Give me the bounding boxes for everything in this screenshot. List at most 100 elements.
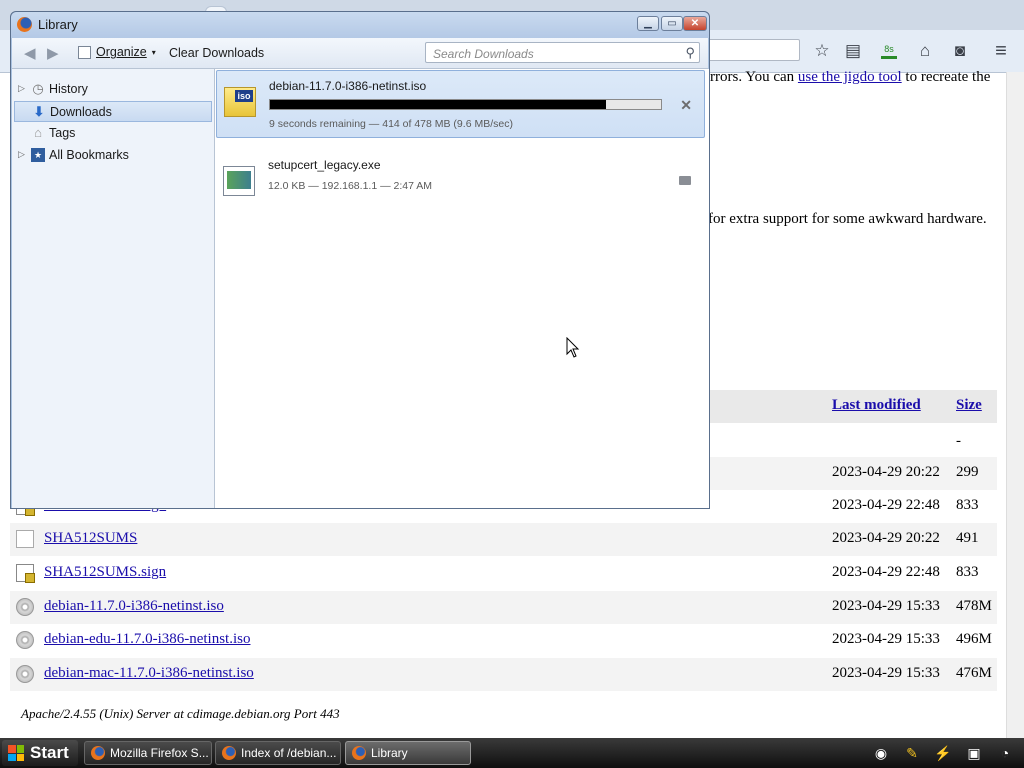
clear-downloads-button[interactable]: Clear Downloads xyxy=(169,46,264,60)
downloads-icon xyxy=(881,55,897,59)
page-text-line1: rrors. You can use the jigdo tool to rec… xyxy=(710,69,990,86)
sidebar-label: Downloads xyxy=(50,105,112,119)
downloads-button[interactable]: 8s xyxy=(876,38,902,64)
menu-icon[interactable]: ≡ xyxy=(988,38,1014,64)
sidebar-item-all-bookmarks[interactable]: ▷ ★ All Bookmarks xyxy=(14,145,212,166)
organize-icon xyxy=(78,45,91,59)
start-label: Start xyxy=(30,743,69,762)
windows-flag-icon xyxy=(8,745,24,761)
sidebar-item-history[interactable]: ▷ ◷ History xyxy=(14,79,212,100)
table-row: SHA512SUMS.sign 2023-04-29 22:48 833 xyxy=(10,557,997,590)
taskbar: Start Mozilla Firefox S... Index of /deb… xyxy=(0,738,1024,768)
downloads-list: iso debian-11.7.0-i386-netinst.iso 9 sec… xyxy=(215,69,709,508)
download-status: 9 seconds remaining — 414 of 478 MB (9.6… xyxy=(269,118,513,130)
size-cell: 478M xyxy=(956,598,992,614)
clock-icon[interactable]: ◔ xyxy=(996,744,1014,762)
library-toolbar: ◀ ▶ Organize ▾ Clear Downloads ⚲ xyxy=(12,38,708,69)
size-cell: 476M xyxy=(956,665,992,681)
file-link[interactable]: SHA512SUMS xyxy=(44,530,137,547)
taskbar-label: Library xyxy=(371,746,408,760)
exe-file-icon xyxy=(223,166,255,196)
back-arrow-icon[interactable]: ◀ xyxy=(24,44,36,62)
file-link[interactable]: SHA512SUMS.sign xyxy=(44,564,166,581)
start-button[interactable]: Start xyxy=(2,740,78,766)
last-modified-cell: 2023-04-29 22:48 xyxy=(832,564,940,580)
download-filename: setupcert_legacy.exe xyxy=(268,158,381,172)
last-modified-cell: 2023-04-29 20:22 xyxy=(832,464,940,480)
iso-file-icon: iso xyxy=(224,87,256,117)
home-icon[interactable]: ⌂ xyxy=(912,38,938,64)
text-line1-end: to recreate the xyxy=(905,69,991,85)
last-modified-cell: 2023-04-29 22:48 xyxy=(832,497,940,513)
forward-arrow-icon[interactable]: ▶ xyxy=(47,44,59,62)
minimize-button[interactable]: ▁ xyxy=(637,16,659,31)
organize-menu[interactable]: Organize ▾ xyxy=(78,45,156,59)
download-filename: debian-11.7.0-i386-netinst.iso xyxy=(269,79,427,93)
disc-icon xyxy=(16,665,34,683)
last-modified-cell: 2023-04-29 15:33 xyxy=(832,631,940,647)
size-cell: 491 xyxy=(956,530,979,546)
sidebar-item-downloads[interactable]: ⬇ Downloads xyxy=(14,101,212,122)
progress-fill xyxy=(270,100,607,109)
star-icon[interactable]: ☆ xyxy=(809,38,835,64)
download-status: 12.0 KB — 192.168.1.1 — 2:47 AM xyxy=(268,180,433,192)
sort-size-link[interactable]: Size xyxy=(956,397,982,414)
power-icon[interactable]: ⚡ xyxy=(934,744,952,762)
page-scrollbar[interactable] xyxy=(1006,72,1024,738)
sort-last-modified-link[interactable]: Last modified xyxy=(832,397,921,414)
jigdo-link[interactable]: use the jigdo tool xyxy=(798,69,902,85)
taskbar-item-index[interactable]: Index of /debian... xyxy=(215,741,341,765)
table-row: debian-edu-11.7.0-i386-netinst.iso 2023-0… xyxy=(10,624,997,657)
taskbar-item-library[interactable]: Library xyxy=(345,741,471,765)
sidebar-item-tags[interactable]: ⌂ Tags xyxy=(14,123,212,144)
history-icon: ◷ xyxy=(32,81,44,96)
file-link[interactable]: debian-11.7.0-i386-netinst.iso xyxy=(44,598,224,615)
search-icon[interactable]: ⚲ xyxy=(685,45,695,61)
cancel-download-icon[interactable]: ✕ xyxy=(680,97,692,114)
last-modified-cell: 2023-04-29 20:22 xyxy=(832,530,940,546)
library-sidebar: ▷ ◷ History ⬇ Downloads ⌂ Tags ▷ ★ All B… xyxy=(12,69,215,508)
server-footer: Apache/2.4.55 (Unix) Server at cdimage.d… xyxy=(21,706,340,721)
window-title: Library xyxy=(38,17,78,32)
last-modified-cell: 2023-04-29 15:33 xyxy=(832,665,940,681)
table-row: SHA512SUMS 2023-04-29 20:22 491 xyxy=(10,523,997,556)
iso-label: iso xyxy=(235,90,253,102)
maximize-button[interactable]: ▭ xyxy=(661,16,683,31)
file-link[interactable]: debian-mac-11.7.0-i386-netinst.iso xyxy=(44,665,254,682)
expand-icon[interactable]: ▷ xyxy=(18,149,25,160)
parent-size: - xyxy=(956,433,961,449)
last-modified-cell: 2023-04-29 15:33 xyxy=(832,598,940,614)
search-downloads-box[interactable]: ⚲ xyxy=(425,42,700,63)
tag-icon: ⌂ xyxy=(34,125,42,140)
open-folder-icon[interactable] xyxy=(679,176,691,185)
download-item[interactable]: iso debian-11.7.0-i386-netinst.iso 9 sec… xyxy=(216,70,705,138)
library-window: Library ▁ ▭ ✕ ◀ ▶ Organize ▾ Clear Downl… xyxy=(10,11,710,509)
page-text-line2: for extra support for some awkward hardw… xyxy=(708,211,987,227)
taskbar-label: Mozilla Firefox S... xyxy=(110,746,209,760)
download-item[interactable]: setupcert_legacy.exe 12.0 KB — 192.168.1… xyxy=(216,150,705,218)
url-bar[interactable] xyxy=(700,39,800,61)
disc-icon xyxy=(16,631,34,649)
table-row: debian-mac-11.7.0-i386-netinst.iso 2023-0… xyxy=(10,658,997,691)
display-icon[interactable]: ▣ xyxy=(965,744,983,762)
file-link[interactable]: debian-edu-11.7.0-i386-netinst.iso xyxy=(44,631,250,648)
library-titlebar[interactable]: Library ▁ ▭ ✕ xyxy=(11,12,709,38)
close-button[interactable]: ✕ xyxy=(683,16,707,31)
sidebar-label: All Bookmarks xyxy=(49,148,129,162)
expand-icon[interactable]: ▷ xyxy=(18,83,25,94)
download-progress-bar xyxy=(269,99,662,110)
disc-icon xyxy=(16,598,34,616)
network-icon[interactable]: ◉ xyxy=(872,744,890,762)
download-badge: 8s xyxy=(884,43,894,54)
text-line1-start: rrors. You can xyxy=(710,69,795,85)
pocket-icon[interactable]: ◙ xyxy=(947,38,973,64)
taskbar-item-firefox[interactable]: Mozilla Firefox S... xyxy=(84,741,212,765)
size-cell: 496M xyxy=(956,631,992,647)
notification-icon[interactable]: ✎ xyxy=(903,744,921,762)
reading-list-icon[interactable]: ▤ xyxy=(840,38,866,64)
firefox-icon xyxy=(91,746,105,760)
search-input[interactable] xyxy=(431,45,675,62)
firefox-icon xyxy=(352,746,366,760)
signature-file-icon xyxy=(16,564,35,583)
downloads-icon: ⬇ xyxy=(33,104,45,119)
